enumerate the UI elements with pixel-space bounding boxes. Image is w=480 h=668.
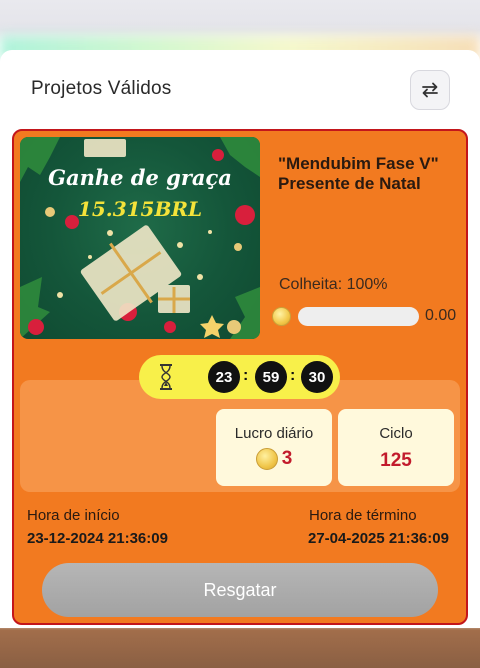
project-banner: Ganhe de graça 15.315BRL (20, 137, 260, 339)
switch-button[interactable] (410, 70, 450, 110)
end-time-value: 27-04-2025 21:36:09 (308, 530, 449, 547)
page-title: Projetos Válidos (31, 78, 172, 99)
timer-hours: 23 (208, 361, 240, 393)
daily-profit-box: Lucro diário 3 (216, 409, 332, 486)
project-name: "Mendubim Fase V" Presente de Natal (278, 154, 439, 193)
banner-amount: 15.315BRL (77, 197, 203, 221)
timer-minutes: 59 (255, 361, 287, 393)
progress-value: 0.00 (425, 307, 457, 324)
daily-profit-value: 3 (281, 448, 293, 469)
daily-profit-label: Lucro diário (234, 425, 314, 442)
timer-separator: : (290, 367, 296, 384)
timer-seconds: 30 (301, 361, 333, 393)
coin-icon (255, 448, 278, 470)
harvest-progress-bar (298, 307, 419, 326)
end-time-label: Hora de término (309, 507, 417, 524)
cycle-value: 125 (380, 450, 412, 471)
harvest-label: Colheita: 100% (279, 276, 388, 293)
banner-headline: Ganhe de graça (48, 165, 232, 190)
countdown-timer: 23 : 59 : 30 (139, 355, 340, 399)
hourglass-icon (160, 364, 172, 390)
cycle-label: Ciclo (379, 425, 413, 442)
switch-arrows-icon (422, 82, 438, 98)
coin-icon (272, 307, 291, 326)
cycle-box: Ciclo 125 (338, 409, 454, 486)
start-time-value: 23-12-2024 21:36:09 (27, 530, 168, 547)
timer-separator: : (243, 367, 249, 384)
start-time-label: Hora de início (27, 507, 120, 524)
redeem-button[interactable]: Resgatar (42, 563, 438, 617)
